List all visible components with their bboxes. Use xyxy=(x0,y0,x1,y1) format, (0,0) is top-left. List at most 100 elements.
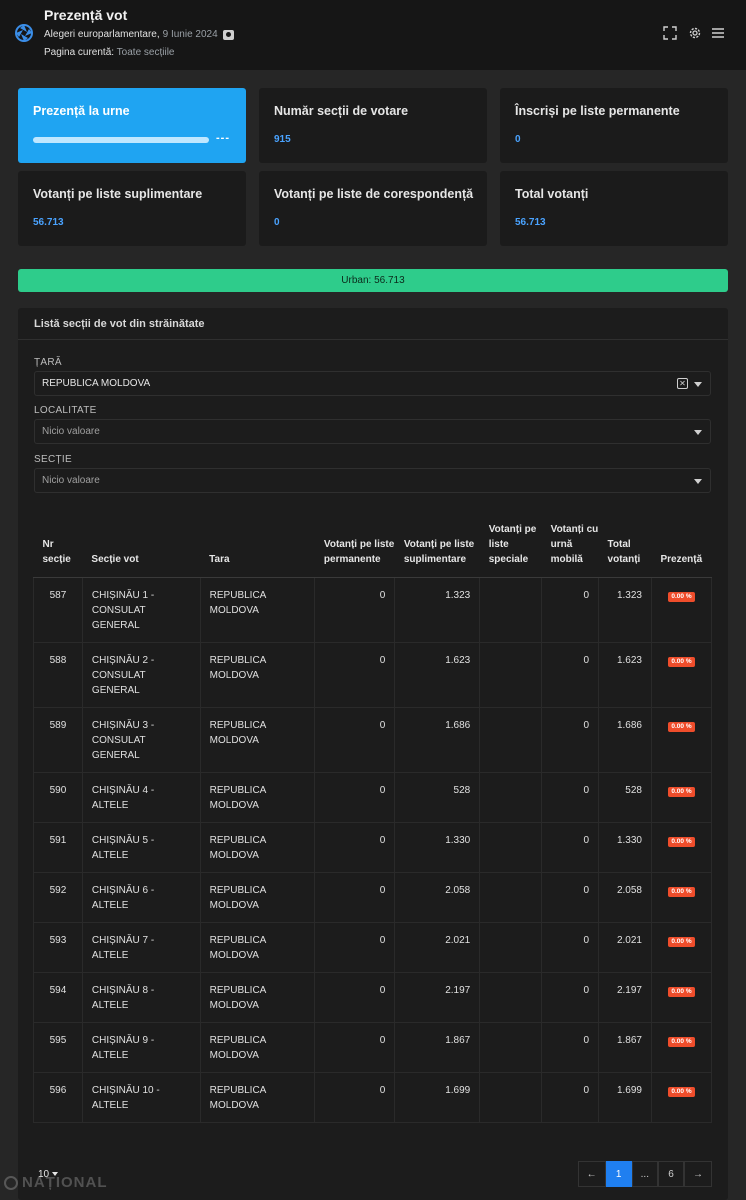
col-header-permanent[interactable]: Votanți pe liste permanente xyxy=(314,507,395,578)
cell-country: REPUBLICA MOLDOVA xyxy=(199,1022,316,1073)
country-label: ȚARĂ xyxy=(34,357,62,368)
fullscreen-icon[interactable] xyxy=(663,26,677,40)
cell-section: CHIȘINĂU 6 - ALTELE xyxy=(81,872,201,923)
col-header-nr[interactable]: Nr secție xyxy=(33,507,83,578)
cell-nr: 589 xyxy=(33,707,83,773)
cell-nr: 593 xyxy=(33,922,83,973)
urban-bar: Urban: 56.713 xyxy=(18,269,728,292)
current-page: Pagina curentă: Toate secțiile xyxy=(44,47,174,58)
locality-placeholder: Nicio valoare xyxy=(42,426,100,437)
menu-icon[interactable] xyxy=(711,26,725,40)
turnout-badge: 0.00 % xyxy=(668,721,695,732)
cell-supplementary: 1.686 xyxy=(394,707,481,773)
table-row[interactable]: 594 CHIȘINĂU 8 - ALTELE REPUBLICA MOLDOVA 0… xyxy=(33,972,713,1023)
col-header-mobile[interactable]: Votanți cu urnă mobilă xyxy=(541,507,599,578)
cell-permanent: 0 xyxy=(314,577,396,643)
cell-turnout: 0.00 % xyxy=(650,972,713,1023)
table-row[interactable]: 587 CHIȘINĂU 1 - CONSULAT GENERAL REPUBLIC… xyxy=(33,577,713,643)
cell-supplementary: 2.021 xyxy=(394,922,481,973)
cell-country: REPUBLICA MOLDOVA xyxy=(199,577,316,643)
cell-mobile: 0 xyxy=(541,972,600,1023)
cell-mobile: 0 xyxy=(541,577,600,643)
section-select[interactable]: Nicio valoare xyxy=(34,468,711,493)
panel-header: Listă secții de vot din străinătate xyxy=(18,308,728,340)
col-header-total[interactable]: Total votanți xyxy=(598,507,652,578)
next-page-button[interactable]: → xyxy=(684,1161,712,1187)
card-polling-stations[interactable]: Număr secții de votare 915 xyxy=(259,88,487,163)
cell-turnout: 0.00 % xyxy=(650,577,713,643)
cell-section: CHIȘINĂU 7 - ALTELE xyxy=(81,922,201,973)
card-title: Număr secții de votare xyxy=(274,104,409,118)
table-row[interactable]: 595 CHIȘINĂU 9 - ALTELE REPUBLICA MOLDOVA 0… xyxy=(33,1022,713,1073)
locality-label: LOCALITATE xyxy=(34,405,97,416)
table-row[interactable]: 593 CHIȘINĂU 7 - ALTELE REPUBLICA MOLDOVA 0… xyxy=(33,922,713,973)
cell-turnout: 0.00 % xyxy=(650,707,713,773)
current-page-label: Pagina curentă: xyxy=(44,47,115,58)
camera-icon[interactable] xyxy=(222,29,234,40)
table-row[interactable]: 596 CHIȘINĂU 10 - ALTELE REPUBLICA MOLDOVA… xyxy=(33,1072,713,1123)
cell-country: REPUBLICA MOLDOVA xyxy=(199,972,316,1023)
cell-mobile: 0 xyxy=(541,1072,600,1123)
cell-nr: 591 xyxy=(33,822,83,873)
country-value: REPUBLICA MOLDOVA xyxy=(42,378,151,389)
table-row[interactable]: 591 CHIȘINĂU 5 - ALTELE REPUBLICA MOLDOVA 0… xyxy=(33,822,713,873)
cell-turnout: 0.00 % xyxy=(650,1072,713,1123)
table-row[interactable]: 588 CHIȘINĂU 2 - CONSULAT GENERAL REPUBLIC… xyxy=(33,642,713,708)
cell-country: REPUBLICA MOLDOVA xyxy=(199,872,316,923)
col-header-section[interactable]: Secție vot xyxy=(82,507,201,578)
card-supplementary-lists[interactable]: Votanți pe liste suplimentare 56.713 xyxy=(18,171,246,246)
panel-title: Listă secții de vot din străinătate xyxy=(34,318,205,330)
election-date: 9 Iunie 2024 xyxy=(162,29,218,40)
cell-country: REPUBLICA MOLDOVA xyxy=(199,1072,316,1123)
page-button-1[interactable]: 1 xyxy=(605,1161,632,1187)
cell-turnout: 0.00 % xyxy=(650,772,713,823)
page-ellipsis: ... xyxy=(631,1161,658,1187)
cell-turnout: 0.00 % xyxy=(650,922,713,973)
prev-page-button[interactable]: ← xyxy=(577,1161,606,1187)
card-total-voters[interactable]: Total votanți 56.713 xyxy=(500,171,728,246)
gear-icon[interactable] xyxy=(688,26,702,40)
cell-special xyxy=(479,707,543,773)
cell-special xyxy=(479,822,543,873)
section-label: SECȚIE xyxy=(34,454,72,465)
card-value: 0 xyxy=(274,217,280,228)
country-select[interactable]: REPUBLICA MOLDOVA ✕ xyxy=(34,371,711,396)
card-permanent-lists[interactable]: Înscriși pe liste permanente 0 xyxy=(500,88,728,163)
clear-icon[interactable]: ✕ xyxy=(677,378,688,389)
cell-country: REPUBLICA MOLDOVA xyxy=(199,922,316,973)
aperture-logo-icon[interactable] xyxy=(15,24,33,42)
cell-special xyxy=(479,972,543,1023)
col-header-supplementary[interactable]: Votanți pe liste suplimentare xyxy=(394,507,480,578)
cell-nr: 595 xyxy=(33,1022,83,1073)
cell-mobile: 0 xyxy=(541,642,600,708)
table-row[interactable]: 592 CHIȘINĂU 6 - ALTELE REPUBLICA MOLDOVA 0… xyxy=(33,872,713,923)
table-row[interactable]: 589 CHIȘINĂU 3 - CONSULAT GENERAL REPUBLIC… xyxy=(33,707,713,773)
cell-supplementary: 2.197 xyxy=(394,972,481,1023)
chevron-down-icon[interactable] xyxy=(694,479,702,484)
cell-permanent: 0 xyxy=(314,1072,396,1123)
card-correspondence-lists[interactable]: Votanți pe liste de corespondență 0 xyxy=(259,171,487,246)
cell-nr: 594 xyxy=(33,972,83,1023)
election-name: Alegeri europarlamentare, xyxy=(44,29,160,40)
cell-total: 2.058 xyxy=(598,872,652,923)
cell-permanent: 0 xyxy=(314,642,396,708)
col-header-turnout[interactable]: Prezență xyxy=(651,507,712,578)
chevron-down-icon[interactable] xyxy=(694,382,702,387)
locality-select[interactable]: Nicio valoare xyxy=(34,419,711,444)
cell-total: 1.699 xyxy=(598,1072,652,1123)
card-value: 56.713 xyxy=(33,217,64,228)
turnout-badge: 0.00 % xyxy=(668,786,695,797)
turnout-badge: 0.00 % xyxy=(668,986,695,997)
table-row[interactable]: 590 CHIȘINĂU 4 - ALTELE REPUBLICA MOLDOVA 0… xyxy=(33,772,713,823)
cell-special xyxy=(479,577,543,643)
cell-permanent: 0 xyxy=(314,822,396,873)
col-header-special[interactable]: Votanți pe liste speciale xyxy=(479,507,542,578)
page-button-6[interactable]: 6 xyxy=(658,1161,684,1187)
cell-total: 1.323 xyxy=(598,577,652,643)
card-turnout[interactable]: Prezență la urne --- xyxy=(18,88,246,163)
chevron-down-icon[interactable] xyxy=(694,430,702,435)
current-page-link[interactable]: Toate secțiile xyxy=(117,47,175,58)
cell-section: CHIȘINĂU 4 - ALTELE xyxy=(81,772,201,823)
watermark-logo-icon xyxy=(4,1175,18,1190)
col-header-country[interactable]: Tara xyxy=(200,507,315,578)
